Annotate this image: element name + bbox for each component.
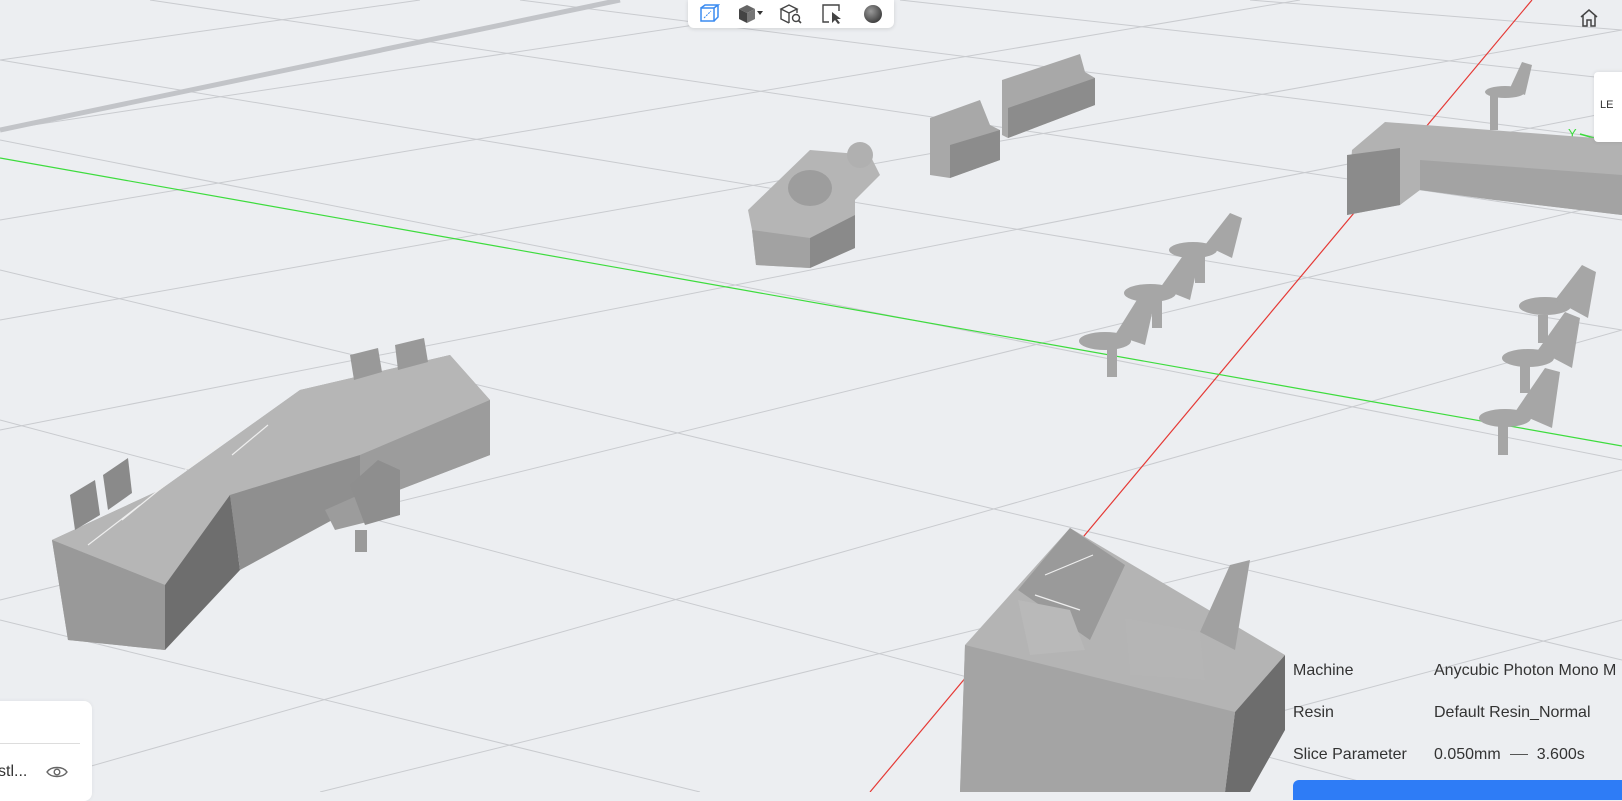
file-name[interactable]: stl... bbox=[0, 763, 27, 781]
machine-label: Machine bbox=[1293, 662, 1354, 679]
view-toolbar bbox=[688, 0, 894, 28]
machine-info-panel: Machine Anycubic Photon Mono M Resin Def… bbox=[1293, 650, 1622, 776]
cube-search-icon bbox=[779, 4, 802, 24]
machine-value: Anycubic Photon Mono M bbox=[1434, 662, 1617, 679]
perspective-cube-icon bbox=[699, 4, 720, 22]
resin-label: Resin bbox=[1293, 704, 1334, 721]
select-tool-button[interactable] bbox=[817, 1, 847, 27]
material-view-button[interactable] bbox=[858, 1, 888, 27]
machine-row: Machine Anycubic Photon Mono M bbox=[1293, 650, 1622, 692]
perspective-view-button[interactable] bbox=[694, 1, 724, 27]
eye-icon[interactable] bbox=[46, 765, 68, 779]
slice-parameter-label: Slice Parameter bbox=[1293, 746, 1407, 763]
layer-height-value: 0.050mm bbox=[1434, 746, 1501, 763]
slice-parameter-row: Slice Parameter 0.050mm 3.600s bbox=[1293, 734, 1622, 776]
slice-button[interactable] bbox=[1293, 780, 1622, 800]
home-view-button[interactable] bbox=[1576, 6, 1602, 30]
file-list-divider bbox=[0, 743, 80, 744]
separator-line bbox=[1509, 754, 1528, 756]
view-mode-dropdown-button[interactable] bbox=[735, 1, 765, 27]
slice-parameter-value: 0.050mm 3.600s bbox=[1434, 746, 1585, 764]
view-cube-face-label: LE bbox=[1600, 99, 1614, 111]
exposure-time-value: 3.600s bbox=[1536, 746, 1585, 763]
file-list-panel: stl... bbox=[0, 701, 92, 801]
resin-row: Resin Default Resin_Normal bbox=[1293, 692, 1622, 734]
sphere-icon bbox=[864, 5, 883, 23]
select-cursor-icon bbox=[822, 4, 842, 24]
view-cube[interactable]: LE bbox=[1594, 72, 1622, 142]
cube-dropdown-icon bbox=[738, 5, 763, 23]
home-icon bbox=[1580, 9, 1598, 27]
resin-value: Default Resin_Normal bbox=[1434, 704, 1591, 721]
inspect-model-button[interactable] bbox=[776, 1, 806, 27]
